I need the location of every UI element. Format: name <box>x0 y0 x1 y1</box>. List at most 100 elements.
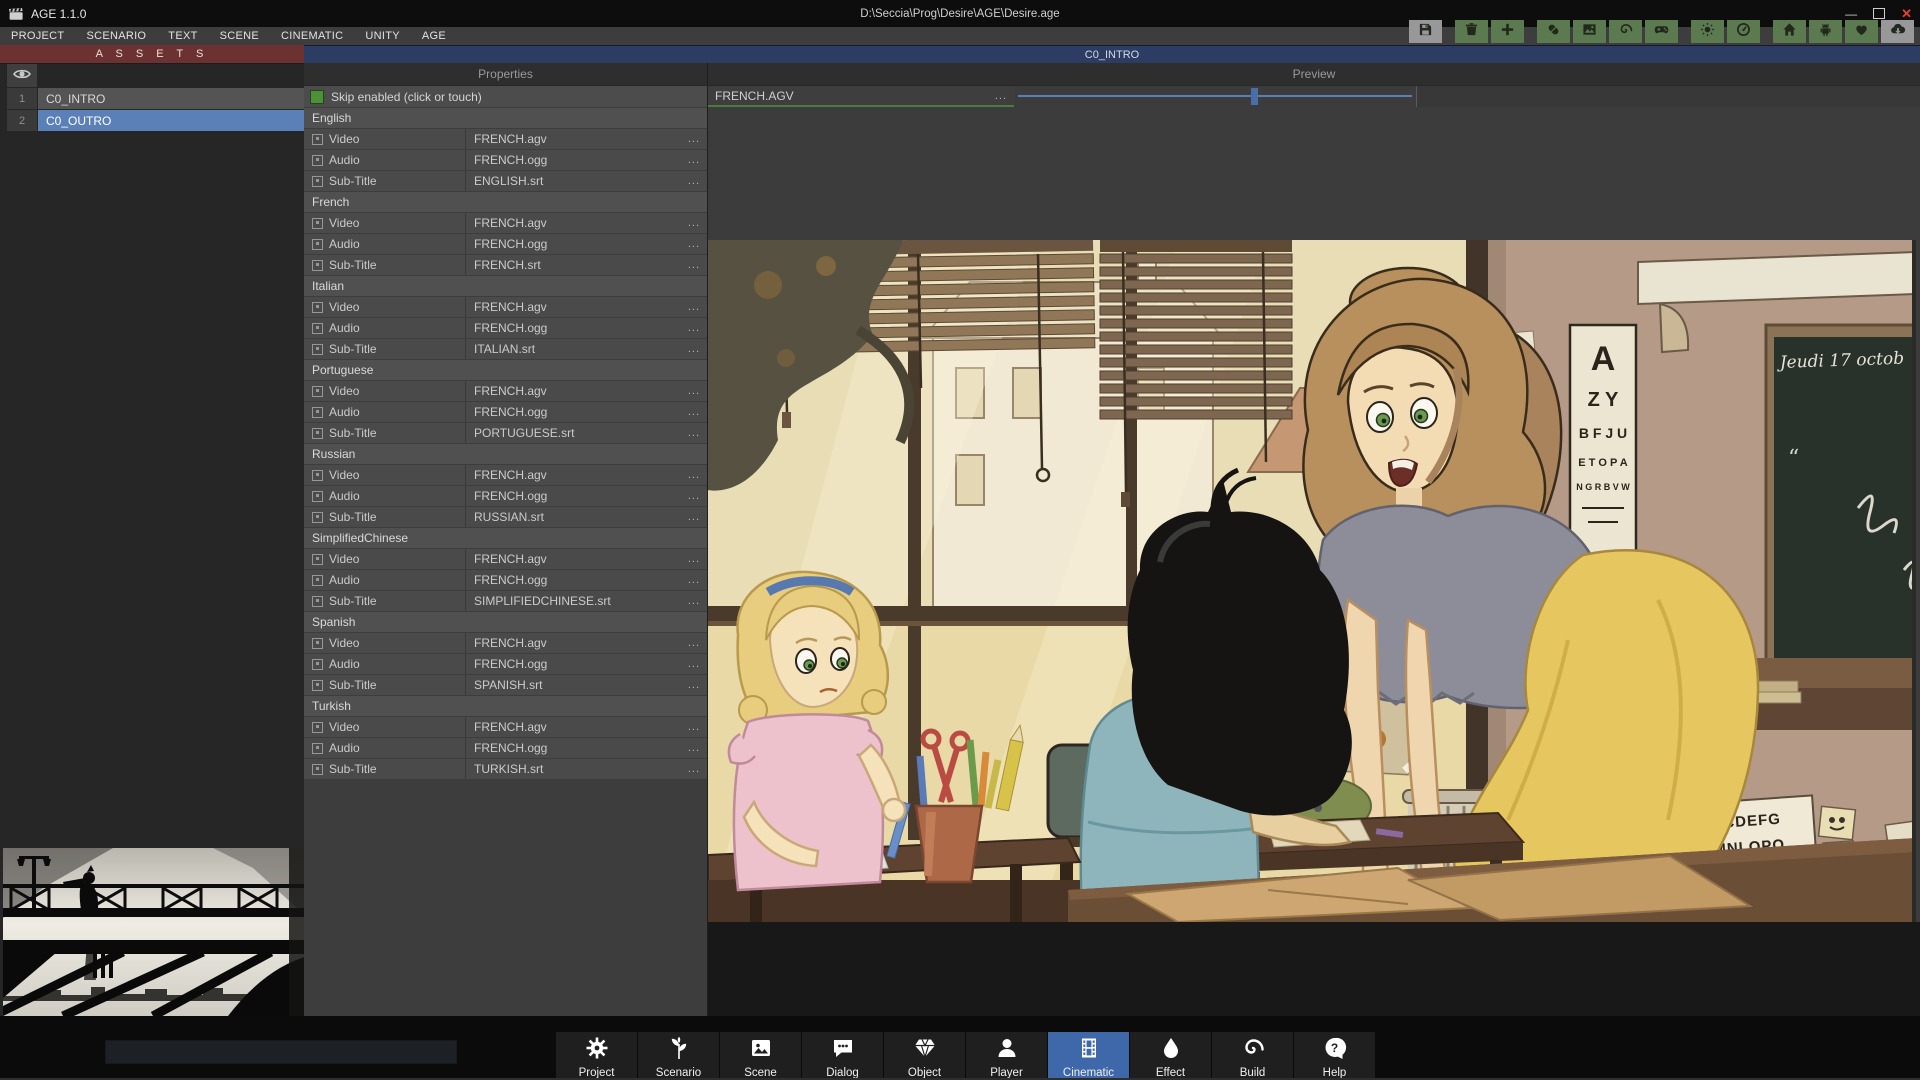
asset-row-name[interactable]: C0_OUTRO <box>38 110 304 131</box>
eye-chart-row: E T O P A <box>1578 457 1628 469</box>
audio-value[interactable]: FRENCH.ogg <box>465 738 707 758</box>
item-button[interactable] <box>1537 20 1570 43</box>
browse-button[interactable]: ... <box>688 591 700 611</box>
browse-button[interactable]: ... <box>688 318 700 338</box>
browse-button[interactable]: ... <box>688 738 700 758</box>
tab-dialog[interactable]: Dialog <box>802 1032 883 1078</box>
add-button[interactable] <box>1491 20 1524 43</box>
tab-scene[interactable]: Scene <box>720 1032 801 1078</box>
browse-button[interactable]: ... <box>688 234 700 254</box>
browse-button[interactable]: ... <box>688 633 700 653</box>
browse-button[interactable]: ... <box>688 507 700 527</box>
visibility-column-header[interactable] <box>7 64 37 87</box>
cinematic-title: C0_INTRO <box>1085 49 1139 61</box>
browse-button[interactable]: ... <box>688 654 700 674</box>
browse-button[interactable]: ... <box>688 675 700 695</box>
video-value[interactable]: FRENCH.agv <box>465 381 707 401</box>
subtitle-value[interactable]: ENGLISH.srt <box>465 171 707 191</box>
video-value[interactable]: FRENCH.agv <box>465 465 707 485</box>
slider-track[interactable] <box>1018 95 1412 97</box>
minimize-button[interactable]: — <box>1845 7 1857 21</box>
asset-row-c0-outro[interactable]: 2 C0_OUTRO <box>0 110 304 131</box>
tab-project[interactable]: Project <box>556 1032 637 1078</box>
skip-enabled-checkbox[interactable] <box>310 90 324 104</box>
spiral-icon <box>1618 22 1633 42</box>
video-value[interactable]: FRENCH.agv <box>465 213 707 233</box>
android-button[interactable] <box>1809 20 1842 43</box>
audio-value[interactable]: FRENCH.ogg <box>465 234 707 254</box>
subtitle-value[interactable]: SIMPLIFIEDCHINESE.srt <box>465 591 707 611</box>
menu-age[interactable]: AGE <box>411 30 457 42</box>
playback-slider[interactable] <box>1014 86 1417 107</box>
browse-button[interactable]: ... <box>688 402 700 422</box>
subtitle-value[interactable]: RUSSIAN.srt <box>465 507 707 527</box>
browse-button[interactable]: ... <box>688 213 700 233</box>
menu-scene[interactable]: SCENE <box>209 30 270 42</box>
heart-icon <box>1854 22 1869 42</box>
browse-button[interactable]: ... <box>688 717 700 737</box>
browse-button[interactable]: ... <box>688 549 700 569</box>
tab-build[interactable]: Build <box>1212 1032 1293 1078</box>
gauge-button[interactable] <box>1727 20 1760 43</box>
menu-unity[interactable]: UNITY <box>354 30 411 42</box>
menu-cinematic[interactable]: CINEMATIC <box>270 30 354 42</box>
browse-button[interactable]: ... <box>688 129 700 149</box>
browse-button[interactable]: ... <box>688 465 700 485</box>
menu-scenario[interactable]: SCENARIO <box>75 30 157 42</box>
audio-value[interactable]: FRENCH.ogg <box>465 570 707 590</box>
tab-cinematic[interactable]: Cinematic <box>1048 1032 1129 1078</box>
favorite-button[interactable] <box>1845 20 1878 43</box>
skip-enabled-row[interactable]: Skip enabled (click or touch) <box>304 86 707 107</box>
asset-row-c0-intro[interactable]: 1 C0_INTRO <box>0 88 304 109</box>
trash-icon <box>1464 22 1479 42</box>
asset-row-name[interactable]: C0_INTRO <box>38 88 304 109</box>
video-value[interactable]: FRENCH.agv <box>465 717 707 737</box>
tab-player[interactable]: Player <box>966 1032 1047 1078</box>
tab-help[interactable]: ? Help <box>1294 1032 1375 1078</box>
delete-button[interactable] <box>1455 20 1488 43</box>
tab-effect[interactable]: Effect <box>1130 1032 1211 1078</box>
browse-button[interactable]: ... <box>688 486 700 506</box>
game-button[interactable] <box>1645 20 1678 43</box>
subtitle-value[interactable]: PORTUGUESE.srt <box>465 423 707 443</box>
maximize-button[interactable] <box>1873 8 1885 19</box>
subtitle-value[interactable]: FRENCH.srt <box>465 255 707 275</box>
preview-panel: Preview FRENCH.AGV ... <box>708 63 1920 1016</box>
slider-thumb[interactable] <box>1251 88 1258 105</box>
video-value[interactable]: FRENCH.agv <box>465 549 707 569</box>
light-button[interactable] <box>1691 20 1724 43</box>
browse-button[interactable]: ... <box>688 255 700 275</box>
image-button[interactable] <box>1573 20 1606 43</box>
browse-button[interactable]: ... <box>688 759 700 779</box>
save-button[interactable] <box>1409 20 1442 43</box>
subtitle-value[interactable]: SPANISH.srt <box>465 675 707 695</box>
video-value[interactable]: FRENCH.agv <box>465 297 707 317</box>
menu-project[interactable]: PROJECT <box>0 30 75 42</box>
audio-value[interactable]: FRENCH.ogg <box>465 150 707 170</box>
browse-button[interactable]: ... <box>688 570 700 590</box>
menu-text[interactable]: TEXT <box>157 30 208 42</box>
audio-value[interactable]: FRENCH.ogg <box>465 318 707 338</box>
audio-value[interactable]: FRENCH.ogg <box>465 402 707 422</box>
home-button[interactable] <box>1773 20 1806 43</box>
audio-value[interactable]: FRENCH.ogg <box>465 486 707 506</box>
app-clapperboard-icon <box>8 7 24 21</box>
video-file-field[interactable]: FRENCH.AGV ... <box>708 86 1014 107</box>
browse-button[interactable]: ... <box>688 339 700 359</box>
image-icon <box>1582 22 1597 42</box>
tab-object[interactable]: Object <box>884 1032 965 1078</box>
browse-button[interactable]: ... <box>995 86 1007 105</box>
video-value[interactable]: FRENCH.agv <box>465 129 707 149</box>
browse-button[interactable]: ... <box>688 423 700 443</box>
browse-button[interactable]: ... <box>688 381 700 401</box>
subtitle-value[interactable]: TURKISH.srt <box>465 759 707 779</box>
cloud-button[interactable] <box>1881 20 1914 43</box>
video-value[interactable]: FRENCH.agv <box>465 633 707 653</box>
audio-value[interactable]: FRENCH.ogg <box>465 654 707 674</box>
tab-scenario[interactable]: Scenario <box>638 1032 719 1078</box>
subtitle-value[interactable]: ITALIAN.srt <box>465 339 707 359</box>
browse-button[interactable]: ... <box>688 150 700 170</box>
browse-button[interactable]: ... <box>688 297 700 317</box>
spiral-button[interactable] <box>1609 20 1642 43</box>
browse-button[interactable]: ... <box>688 171 700 191</box>
